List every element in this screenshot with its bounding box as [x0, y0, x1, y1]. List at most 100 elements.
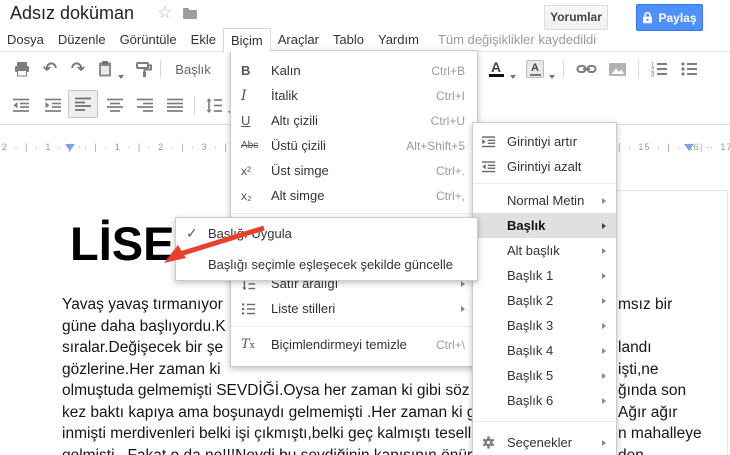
undo-button[interactable]: ↶ — [38, 57, 62, 81]
chevron-down-icon — [510, 75, 516, 79]
bulleted-list-button[interactable] — [676, 57, 702, 81]
menu-item-normal-text[interactable]: Normal Metin — [473, 188, 616, 213]
menu-yardim[interactable]: Yardım — [371, 28, 426, 51]
menu-separator — [231, 213, 477, 214]
menu-item-options[interactable]: Seçenekler — [473, 430, 616, 455]
line-spacing-button[interactable] — [202, 93, 226, 117]
menu-item-strikethrough[interactable]: Abc Üstü çizili Alt+Shift+5 — [231, 133, 477, 158]
print-icon — [15, 62, 29, 77]
menu-goruntule[interactable]: Görüntüle — [113, 28, 184, 51]
toolbar-separator — [160, 60, 161, 78]
menu-item-heading-2[interactable]: Başlık 2 — [473, 288, 616, 313]
submenu-arrow-icon — [602, 197, 606, 204]
submenu-arrow-icon — [602, 397, 606, 404]
share-button[interactable]: Paylaş — [636, 4, 703, 31]
text-line-left: kez baktı kapıya ama boşunaydı gelmemişt… — [62, 403, 476, 421]
superscript-icon: x² — [241, 163, 251, 178]
italic-icon: I — [241, 87, 247, 104]
svg-text:3: 3 — [651, 73, 655, 79]
align-right-button[interactable] — [132, 93, 158, 117]
text-line[interactable]: kez baktı kapıya ama boşunaydı gelmemişt… — [62, 402, 722, 424]
menu-item-clear-formatting[interactable]: Tx Biçimlendirmeyi temizle Ctrl+\ — [231, 332, 477, 357]
menu-item-subscript[interactable]: x₂ Alt simge Ctrl+, — [231, 183, 477, 208]
text-line[interactable]: olmuştuda gelmemişti SEVDİĞİ.Oysa her za… — [62, 380, 722, 402]
menu-tablo[interactable]: Tablo — [326, 28, 371, 51]
redo-button[interactable]: ↷ — [66, 57, 90, 81]
document-title[interactable]: Adsız doküman — [10, 3, 134, 24]
increase-indent-button[interactable] — [40, 93, 66, 117]
menu-separator — [473, 183, 616, 184]
submenu-arrow-icon — [602, 439, 606, 446]
lock-icon — [642, 11, 653, 24]
titlebar: Adsız doküman ☆ Yorumlar Paylaş — [0, 0, 730, 31]
gear-icon — [481, 435, 507, 450]
image-icon — [608, 62, 626, 76]
undo-icon: ↶ — [42, 59, 58, 78]
insert-image-button[interactable] — [604, 57, 630, 81]
comments-button-label: Yorumlar — [550, 10, 602, 24]
menu-item-underline[interactable]: U Altı çizili Ctrl+U — [231, 108, 477, 133]
highlight-color-button[interactable]: A — [524, 57, 546, 81]
text-line[interactable]: inmişti merdivenleri belki işi çıkmıştı,… — [62, 423, 722, 445]
paste-button[interactable] — [94, 57, 116, 81]
list-styles-icon — [241, 302, 271, 316]
menubar: Dosya Düzenle Görüntüle Ekle Biçim Araçl… — [0, 28, 730, 52]
indent-marker-right[interactable] — [684, 144, 694, 151]
save-status: Tüm değişiklikler kaydedildi — [437, 32, 597, 47]
paragraph-styles-value: Başlık — [175, 61, 211, 77]
decrease-indent-icon — [13, 98, 29, 112]
star-icon[interactable]: ☆ — [157, 3, 172, 23]
menu-araclar[interactable]: Araçlar — [271, 28, 326, 51]
text-line-left: Yavaş yavaş tırmanıyor — [62, 296, 223, 313]
align-right-icon — [137, 98, 153, 112]
text-line-right: landı — [618, 339, 652, 356]
ruler-marks-left: · | · 1 · | · 2 · | · 3 · | · 4 — [84, 142, 251, 152]
text-color-dropdown[interactable] — [508, 65, 518, 89]
chevron-down-icon — [118, 75, 124, 79]
numbered-list-button[interactable]: 123 — [646, 57, 672, 81]
insert-link-button[interactable] — [572, 57, 600, 81]
paint-roller-icon — [136, 62, 152, 77]
paste-dropdown[interactable] — [116, 65, 126, 89]
menu-item-italic[interactable]: I İtalik Ctrl+I — [231, 83, 477, 108]
menu-item-title-highlighted[interactable]: Başlık — [473, 213, 616, 238]
menu-item-heading-5[interactable]: Başlık 5 — [473, 363, 616, 388]
increase-indent-icon — [481, 135, 507, 149]
indent-marker-left[interactable] — [65, 144, 75, 151]
menu-duzenle[interactable]: Düzenle — [51, 28, 113, 51]
align-left-icon — [75, 97, 91, 111]
align-center-button[interactable] — [102, 93, 128, 117]
text-line-right: işti,ne — [618, 360, 659, 378]
menu-item-heading-4[interactable]: Başlık 4 — [473, 338, 616, 363]
text-line[interactable]: gelmişti...Fakat o da ne!!!Neydi bu sevd… — [62, 445, 722, 455]
menu-item-heading-3[interactable]: Başlık 3 — [473, 313, 616, 338]
print-button[interactable] — [10, 57, 34, 81]
menu-item-increase-indent[interactable]: Girintiyi artır — [473, 129, 616, 154]
text-color-button[interactable]: A — [486, 57, 506, 81]
highlight-color-dropdown[interactable] — [547, 65, 557, 89]
menu-ekle[interactable]: Ekle — [184, 28, 223, 51]
menu-item-list-styles[interactable]: Liste stilleri — [231, 296, 477, 321]
menu-item-heading-6[interactable]: Başlık 6 — [473, 388, 616, 413]
align-left-button[interactable] — [68, 90, 98, 118]
menu-item-bold[interactable]: B Kalın Ctrl+B — [231, 58, 477, 83]
comments-button[interactable]: Yorumlar — [544, 5, 608, 30]
menu-bicim-open[interactable]: Biçim — [222, 28, 271, 52]
folder-icon[interactable] — [182, 7, 198, 25]
numbered-list-icon: 123 — [651, 63, 667, 79]
decrease-indent-button[interactable] — [8, 93, 34, 117]
menu-item-decrease-indent[interactable]: Girintiyi azalt — [473, 154, 616, 179]
format-menu: B Kalın Ctrl+B I İtalik Ctrl+I U Altı çizili C… — [230, 50, 478, 367]
text-color-icon: A — [490, 59, 502, 75]
text-line-right: n mahalleye — [618, 425, 702, 442]
text-line-right: Ağır ağır — [618, 403, 678, 421]
menu-item-subtitle[interactable]: Alt başlık — [473, 238, 616, 263]
menu-item-superscript[interactable]: x² Üst simge Ctrl+. — [231, 158, 477, 183]
menu-item-heading-1[interactable]: Başlık 1 — [473, 263, 616, 288]
toolbar-separator — [194, 96, 195, 114]
submenu-arrow-icon — [461, 305, 465, 312]
justify-button[interactable] — [162, 93, 188, 117]
paragraph-styles-dropdown[interactable]: Başlık — [168, 57, 218, 81]
menu-dosya[interactable]: Dosya — [0, 28, 51, 51]
paint-format-button[interactable] — [132, 57, 156, 81]
